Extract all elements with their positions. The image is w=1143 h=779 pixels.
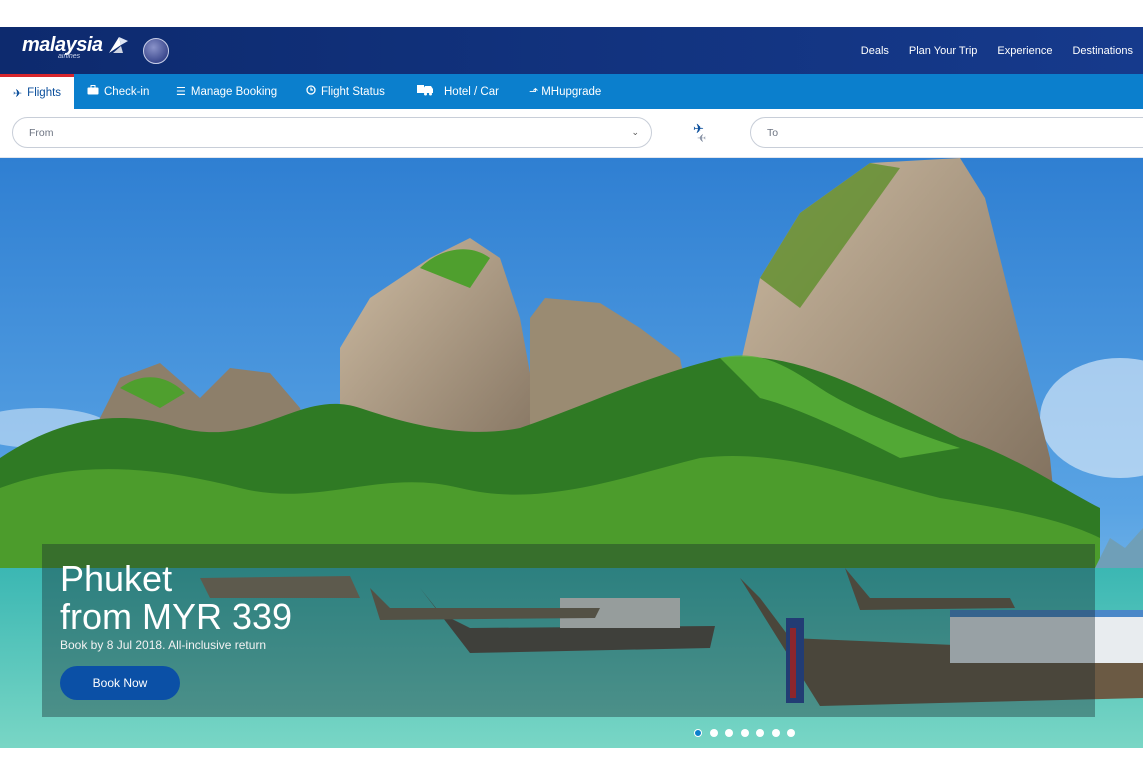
carousel-dot[interactable]	[787, 729, 795, 737]
brand-logo-sub: airlines	[58, 53, 81, 60]
briefcase-icon	[87, 85, 99, 98]
clock-icon	[306, 85, 316, 98]
svg-text:✈: ✈	[697, 131, 706, 144]
carousel-dot[interactable]	[756, 729, 764, 737]
chevron-down-icon[interactable]: ⌄	[631, 127, 639, 138]
kite-logo-icon	[109, 37, 128, 53]
tab-flight-status-label: Flight Status	[321, 85, 385, 98]
from-placeholder: From	[29, 127, 54, 139]
nav-destinations[interactable]: Destinations	[1072, 45, 1133, 57]
from-field[interactable]: From ⌄	[12, 117, 652, 148]
nav-experience[interactable]: Experience	[997, 45, 1052, 57]
plane-icon: ✈	[12, 87, 23, 100]
swap-direction-icon[interactable]: ✈ ✈	[690, 121, 710, 145]
flight-search-row: From ⌄ ✈ ✈ To	[0, 109, 1143, 158]
carousel-dot[interactable]	[694, 729, 702, 737]
brand-logo[interactable]: malaysia	[22, 35, 103, 55]
tab-mhupgrade-label: MHupgrade	[541, 85, 602, 98]
carousel-dot[interactable]	[771, 729, 780, 737]
oneworld-logo-icon[interactable]	[143, 38, 169, 64]
tab-flights-label: Flights	[27, 87, 62, 99]
top-header: malaysia airlines Deals Plan Your Trip E…	[0, 27, 1143, 74]
top-nav: Deals Plan Your Trip Experience Destinat…	[851, 27, 1143, 74]
upgrade-icon: ⬏	[529, 86, 539, 98]
tab-mhupgrade[interactable]: ⬏ MHupgrade	[529, 74, 601, 109]
promo-note: Book by 8 Jul 2018. All-inclusive return	[60, 638, 267, 652]
tab-hotel-car[interactable]: Hotel / Car	[417, 74, 499, 109]
nav-deals[interactable]: Deals	[861, 45, 889, 57]
hero-banner[interactable]: Phuket from MYR 339 Book by 8 Jul 2018. …	[0, 158, 1143, 748]
tab-flights[interactable]: ✈ Flights	[0, 74, 74, 109]
carousel-dots	[694, 729, 803, 737]
promo-price: from MYR 339	[60, 596, 293, 637]
carousel-dot[interactable]	[725, 729, 733, 737]
carousel-dot[interactable]	[740, 729, 749, 737]
nav-plan-your-trip[interactable]: Plan Your Trip	[909, 45, 978, 57]
to-placeholder: To	[767, 127, 779, 139]
tab-flight-status[interactable]: Flight Status	[306, 74, 385, 109]
carousel-dot[interactable]	[709, 729, 718, 737]
booking-tab-bar: ✈ Flights Check-in ☰ Manage Booking Flig…	[0, 74, 1143, 109]
tab-check-in-label: Check-in	[104, 85, 150, 98]
tab-check-in[interactable]: Check-in	[87, 74, 149, 109]
promo-destination: Phuket	[60, 558, 173, 599]
tab-hotel-car-label: Hotel / Car	[444, 85, 499, 98]
car-icon	[417, 84, 434, 99]
tab-manage-booking-label: Manage Booking	[190, 85, 278, 98]
book-now-button[interactable]: Book Now	[60, 666, 180, 700]
list-icon: ☰	[176, 86, 186, 98]
tab-manage-booking[interactable]: ☰ Manage Booking	[176, 74, 277, 109]
to-field[interactable]: To	[750, 117, 1143, 148]
